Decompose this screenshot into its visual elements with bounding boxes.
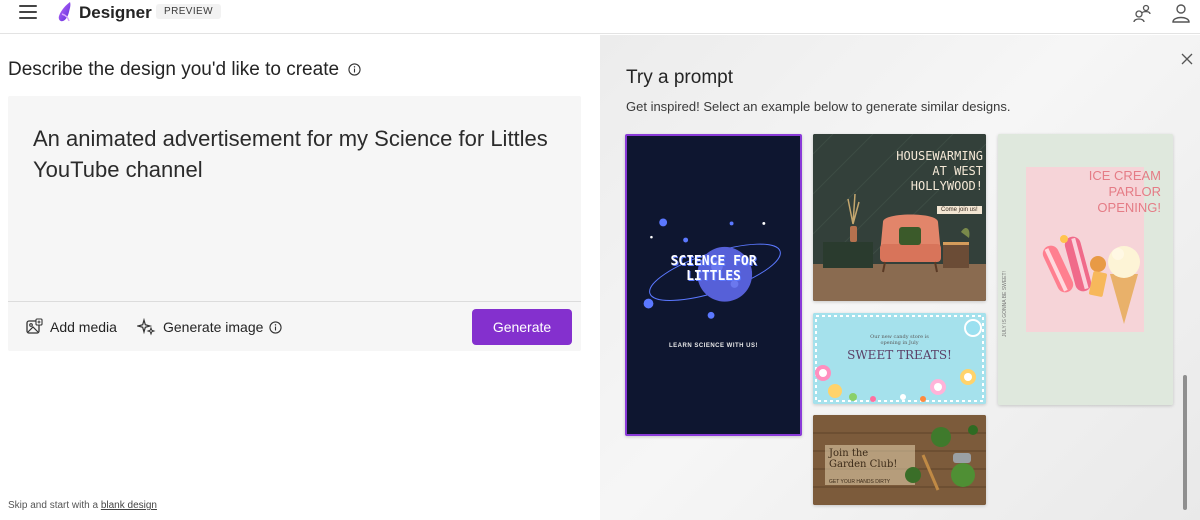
housewarming-line2: AT WEST: [932, 164, 983, 178]
science-illustration: [643, 218, 781, 319]
garden-tag: GET YOUR HANDS DIRTY: [829, 479, 891, 485]
science-title: SCIENCE FOR LITTLES: [627, 254, 800, 284]
try-prompt-heading: Try a prompt: [626, 67, 733, 88]
housewarming-tag: Come join us!: [937, 206, 982, 214]
candy-small-line2: opening in July: [880, 340, 919, 346]
share-people-icon[interactable]: [1131, 2, 1153, 24]
add-media-button[interactable]: Add media: [25, 318, 117, 336]
generate-image-label: Generate image: [163, 319, 264, 335]
scrollbar[interactable]: [1183, 375, 1187, 510]
housewarming-line3: HOLLYWOOD!: [910, 179, 983, 193]
example-card-ice-cream[interactable]: ICE CREAM PARLOR OPENING! JULY IS GONNA …: [998, 134, 1173, 405]
housewarming-line1: HOUSEWARMING: [896, 149, 983, 163]
science-tagline: LEARN SCIENCE WITH US!: [669, 343, 758, 349]
prompt-divider: [8, 301, 581, 302]
skip-line: Skip and start with a blank design: [8, 500, 157, 511]
science-title-line2: LITTLES: [686, 269, 741, 284]
ice-cream-line1: ICE CREAM: [1088, 168, 1161, 183]
example-card-science[interactable]: SCIENCE FOR LITTLES LEARN SCIENCE WITH U…: [625, 134, 802, 436]
describe-panel: Describe the design you'd like to create…: [0, 35, 600, 520]
ice-cream-title: ICE CREAM PARLOR OPENING!: [1058, 168, 1161, 216]
sparkle-icon: [137, 318, 156, 336]
housewarming-title: HOUSEWARMING AT WEST HOLLYWOOD!: [875, 149, 983, 194]
describe-heading: Describe the design you'd like to create: [8, 59, 361, 81]
garden-line2: Garden Club!: [829, 459, 898, 470]
hamburger-icon[interactable]: [19, 5, 37, 19]
candy-small-text: Our new candy store is opening in July: [813, 334, 986, 346]
generate-image-button[interactable]: Generate image: [137, 318, 289, 336]
example-card-housewarming[interactable]: HOUSEWARMING AT WEST HOLLYWOOD! Come joi…: [813, 134, 986, 301]
garden-line1: Join the: [829, 448, 869, 459]
account-icon[interactable]: [1170, 2, 1192, 24]
ice-cream-line3: OPENING!: [1097, 200, 1161, 215]
generate-button[interactable]: Generate: [472, 309, 572, 345]
skip-prefix: Skip and start with a: [8, 500, 99, 511]
blank-design-link[interactable]: blank design: [101, 500, 157, 511]
info-icon[interactable]: [348, 63, 361, 77]
prompt-input-box[interactable]: An animated advertisement for my Science…: [8, 96, 581, 351]
describe-heading-text: Describe the design you'd like to create: [8, 59, 340, 80]
example-card-garden[interactable]: Join the Garden Club! GET YOUR HANDS DIR…: [813, 415, 986, 505]
try-prompt-subheading: Get inspired! Select an example below to…: [626, 99, 1011, 114]
candy-title: SWEET TREATS!: [847, 348, 952, 362]
science-title-line1: SCIENCE FOR: [670, 254, 757, 269]
brand-name[interactable]: Designer: [79, 3, 152, 23]
ice-cream-line2: PARLOR: [1108, 184, 1162, 199]
close-icon[interactable]: [1180, 52, 1194, 66]
prompt-textarea[interactable]: An animated advertisement for my Science…: [33, 123, 553, 185]
preview-badge: PREVIEW: [156, 4, 221, 19]
garden-title: Join the Garden Club!: [829, 448, 897, 470]
top-bar: Designer PREVIEW: [0, 0, 1200, 34]
info-icon[interactable]: [269, 320, 283, 334]
ice-cream-side-text: JULY IS GONNA BE SWEET!: [1002, 271, 1008, 337]
example-card-candy[interactable]: Our new candy store is opening in July S…: [813, 313, 986, 404]
add-media-label: Add media: [50, 319, 117, 335]
designer-logo-icon[interactable]: [56, 1, 76, 23]
try-a-prompt-panel: Try a prompt Get inspired! Select an exa…: [600, 35, 1200, 520]
add-media-icon: [26, 318, 43, 334]
